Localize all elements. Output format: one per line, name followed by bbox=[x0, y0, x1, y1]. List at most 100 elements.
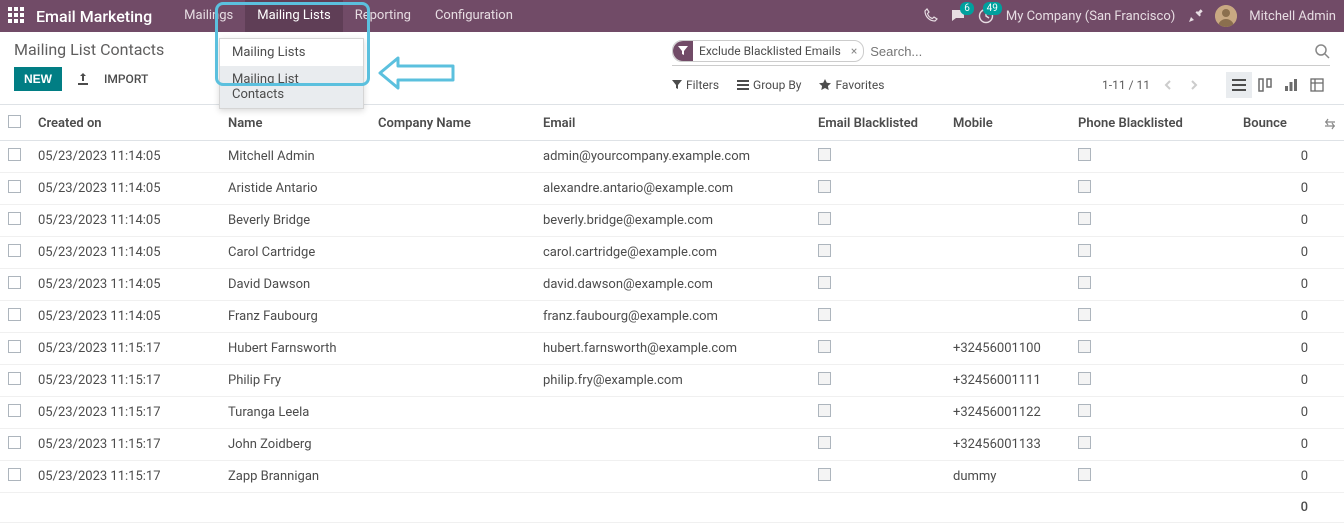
messages-icon[interactable]: 6 bbox=[950, 8, 966, 24]
cell-phone-blacklisted bbox=[1070, 237, 1235, 269]
col-mobile[interactable]: Mobile bbox=[945, 105, 1070, 141]
cell-mobile bbox=[945, 173, 1070, 205]
table-row[interactable]: 05/23/2023 11:14:05Carol Cartridgecarol.… bbox=[0, 237, 1344, 269]
favorites-button[interactable]: Favorites bbox=[819, 78, 884, 92]
row-checkbox[interactable] bbox=[8, 212, 21, 225]
cell-company bbox=[370, 365, 535, 397]
upload-icon[interactable] bbox=[76, 72, 90, 86]
row-checkbox[interactable] bbox=[8, 468, 21, 481]
col-bounce[interactable]: Bounce bbox=[1235, 105, 1316, 141]
menu-mailing-lists[interactable]: Mailing Lists bbox=[245, 0, 342, 32]
cell-bounce: 0 bbox=[1235, 397, 1316, 429]
cell-email-blacklisted bbox=[810, 173, 945, 205]
table-row[interactable]: 05/23/2023 11:15:17John Zoidberg+3245600… bbox=[0, 429, 1344, 461]
cell-name: Beverly Bridge bbox=[220, 205, 370, 237]
email-blacklisted-checkbox bbox=[818, 212, 831, 225]
activities-icon[interactable]: 49 bbox=[978, 8, 994, 24]
row-checkbox[interactable] bbox=[8, 244, 21, 257]
company-selector[interactable]: My Company (San Francisco) bbox=[1006, 9, 1175, 24]
facet-remove[interactable]: × bbox=[845, 44, 863, 58]
col-optional[interactable] bbox=[1316, 105, 1344, 141]
search-icon[interactable] bbox=[1314, 43, 1330, 59]
col-company-name[interactable]: Company Name bbox=[370, 105, 535, 141]
email-blacklisted-checkbox bbox=[818, 276, 831, 289]
view-graph[interactable] bbox=[1278, 72, 1304, 98]
email-blacklisted-checkbox bbox=[818, 148, 831, 161]
row-checkbox[interactable] bbox=[8, 372, 21, 385]
topbar: Email Marketing Mailings Mailing Lists R… bbox=[0, 0, 1344, 32]
table-row[interactable]: 05/23/2023 11:14:05Aristide Antarioalexa… bbox=[0, 173, 1344, 205]
row-checkbox[interactable] bbox=[8, 436, 21, 449]
view-pivot[interactable] bbox=[1304, 72, 1330, 98]
cell-mobile bbox=[945, 141, 1070, 173]
import-button[interactable]: IMPORT bbox=[104, 72, 148, 86]
col-created-on[interactable]: Created on bbox=[30, 105, 220, 141]
row-checkbox[interactable] bbox=[8, 276, 21, 289]
view-switcher bbox=[1226, 72, 1330, 98]
apps-icon[interactable] bbox=[8, 7, 26, 25]
row-checkbox[interactable] bbox=[8, 340, 21, 353]
view-list[interactable] bbox=[1226, 72, 1252, 98]
table-row[interactable]: 05/23/2023 11:15:17Philip Fryphilip.fry@… bbox=[0, 365, 1344, 397]
cell-created: 05/23/2023 11:14:05 bbox=[30, 237, 220, 269]
col-phone-blacklisted[interactable]: Phone Blacklisted bbox=[1070, 105, 1235, 141]
systray: 6 49 My Company (San Francisco) Mitchell… bbox=[922, 5, 1336, 27]
phone-blacklisted-checkbox bbox=[1078, 244, 1091, 257]
table-row[interactable]: 05/23/2023 11:15:17Turanga Leela+3245600… bbox=[0, 397, 1344, 429]
filters-button[interactable]: Filters bbox=[672, 78, 719, 92]
cell-email: alexandre.antario@example.com bbox=[535, 173, 810, 205]
table-row[interactable]: 05/23/2023 11:15:17Zapp Brannigandummy0 bbox=[0, 461, 1344, 493]
table-row[interactable]: 05/23/2023 11:15:17Hubert Farnsworthhube… bbox=[0, 333, 1344, 365]
bounce-total: 0 bbox=[1235, 493, 1316, 523]
cell-phone-blacklisted bbox=[1070, 269, 1235, 301]
app-brand: Email Marketing bbox=[36, 7, 152, 26]
view-kanban[interactable] bbox=[1252, 72, 1278, 98]
col-email-blacklisted[interactable]: Email Blacklisted bbox=[810, 105, 945, 141]
pager[interactable]: 1-11 / 11 bbox=[1102, 78, 1150, 92]
cell-phone-blacklisted bbox=[1070, 301, 1235, 333]
phone-blacklisted-checkbox bbox=[1078, 276, 1091, 289]
cell-mobile: +32456001111 bbox=[945, 365, 1070, 397]
menu-configuration[interactable]: Configuration bbox=[423, 0, 525, 32]
cell-email-blacklisted bbox=[810, 301, 945, 333]
cell-company bbox=[370, 397, 535, 429]
table-row[interactable]: 05/23/2023 11:14:05Franz Faubourgfranz.f… bbox=[0, 301, 1344, 333]
cell-email bbox=[535, 429, 810, 461]
new-button[interactable]: NEW bbox=[14, 67, 62, 91]
user-menu[interactable]: Mitchell Admin bbox=[1249, 9, 1336, 24]
table-row[interactable]: 05/23/2023 11:14:05David Dawsondavid.daw… bbox=[0, 269, 1344, 301]
menu-mailings[interactable]: Mailings bbox=[172, 0, 245, 32]
avatar[interactable] bbox=[1215, 5, 1237, 27]
phone-icon[interactable] bbox=[922, 8, 938, 24]
group-by-button[interactable]: Group By bbox=[737, 78, 801, 92]
dropdown-item-mailing-list-contacts[interactable]: Mailing List Contacts bbox=[220, 66, 363, 108]
cell-bounce: 0 bbox=[1235, 301, 1316, 333]
cell-created: 05/23/2023 11:14:05 bbox=[30, 205, 220, 237]
cell-mobile: +32456001100 bbox=[945, 333, 1070, 365]
cell-email: david.dawson@example.com bbox=[535, 269, 810, 301]
dropdown-item-mailing-lists[interactable]: Mailing Lists bbox=[220, 39, 363, 66]
col-name[interactable]: Name bbox=[220, 105, 370, 141]
col-email[interactable]: Email bbox=[535, 105, 810, 141]
row-checkbox[interactable] bbox=[8, 180, 21, 193]
cell-phone-blacklisted bbox=[1070, 461, 1235, 493]
select-all-checkbox[interactable] bbox=[8, 115, 21, 128]
pager-prev[interactable] bbox=[1160, 79, 1176, 91]
table-row[interactable]: 05/23/2023 11:14:05Mitchell Adminadmin@y… bbox=[0, 141, 1344, 173]
row-checkbox[interactable] bbox=[8, 148, 21, 161]
table-row[interactable]: 05/23/2023 11:14:05Beverly Bridgebeverly… bbox=[0, 205, 1344, 237]
debug-icon[interactable] bbox=[1187, 8, 1203, 24]
row-checkbox[interactable] bbox=[8, 404, 21, 417]
messages-badge: 6 bbox=[960, 2, 974, 15]
cell-email-blacklisted bbox=[810, 333, 945, 365]
search-input[interactable] bbox=[870, 44, 1314, 59]
cell-mobile bbox=[945, 301, 1070, 333]
cell-mobile: +32456001122 bbox=[945, 397, 1070, 429]
cell-email bbox=[535, 461, 810, 493]
cell-email-blacklisted bbox=[810, 461, 945, 493]
row-checkbox[interactable] bbox=[8, 308, 21, 321]
cell-mobile bbox=[945, 269, 1070, 301]
pager-next[interactable] bbox=[1186, 79, 1202, 91]
menu-reporting[interactable]: Reporting bbox=[343, 0, 423, 32]
cell-created: 05/23/2023 11:14:05 bbox=[30, 173, 220, 205]
